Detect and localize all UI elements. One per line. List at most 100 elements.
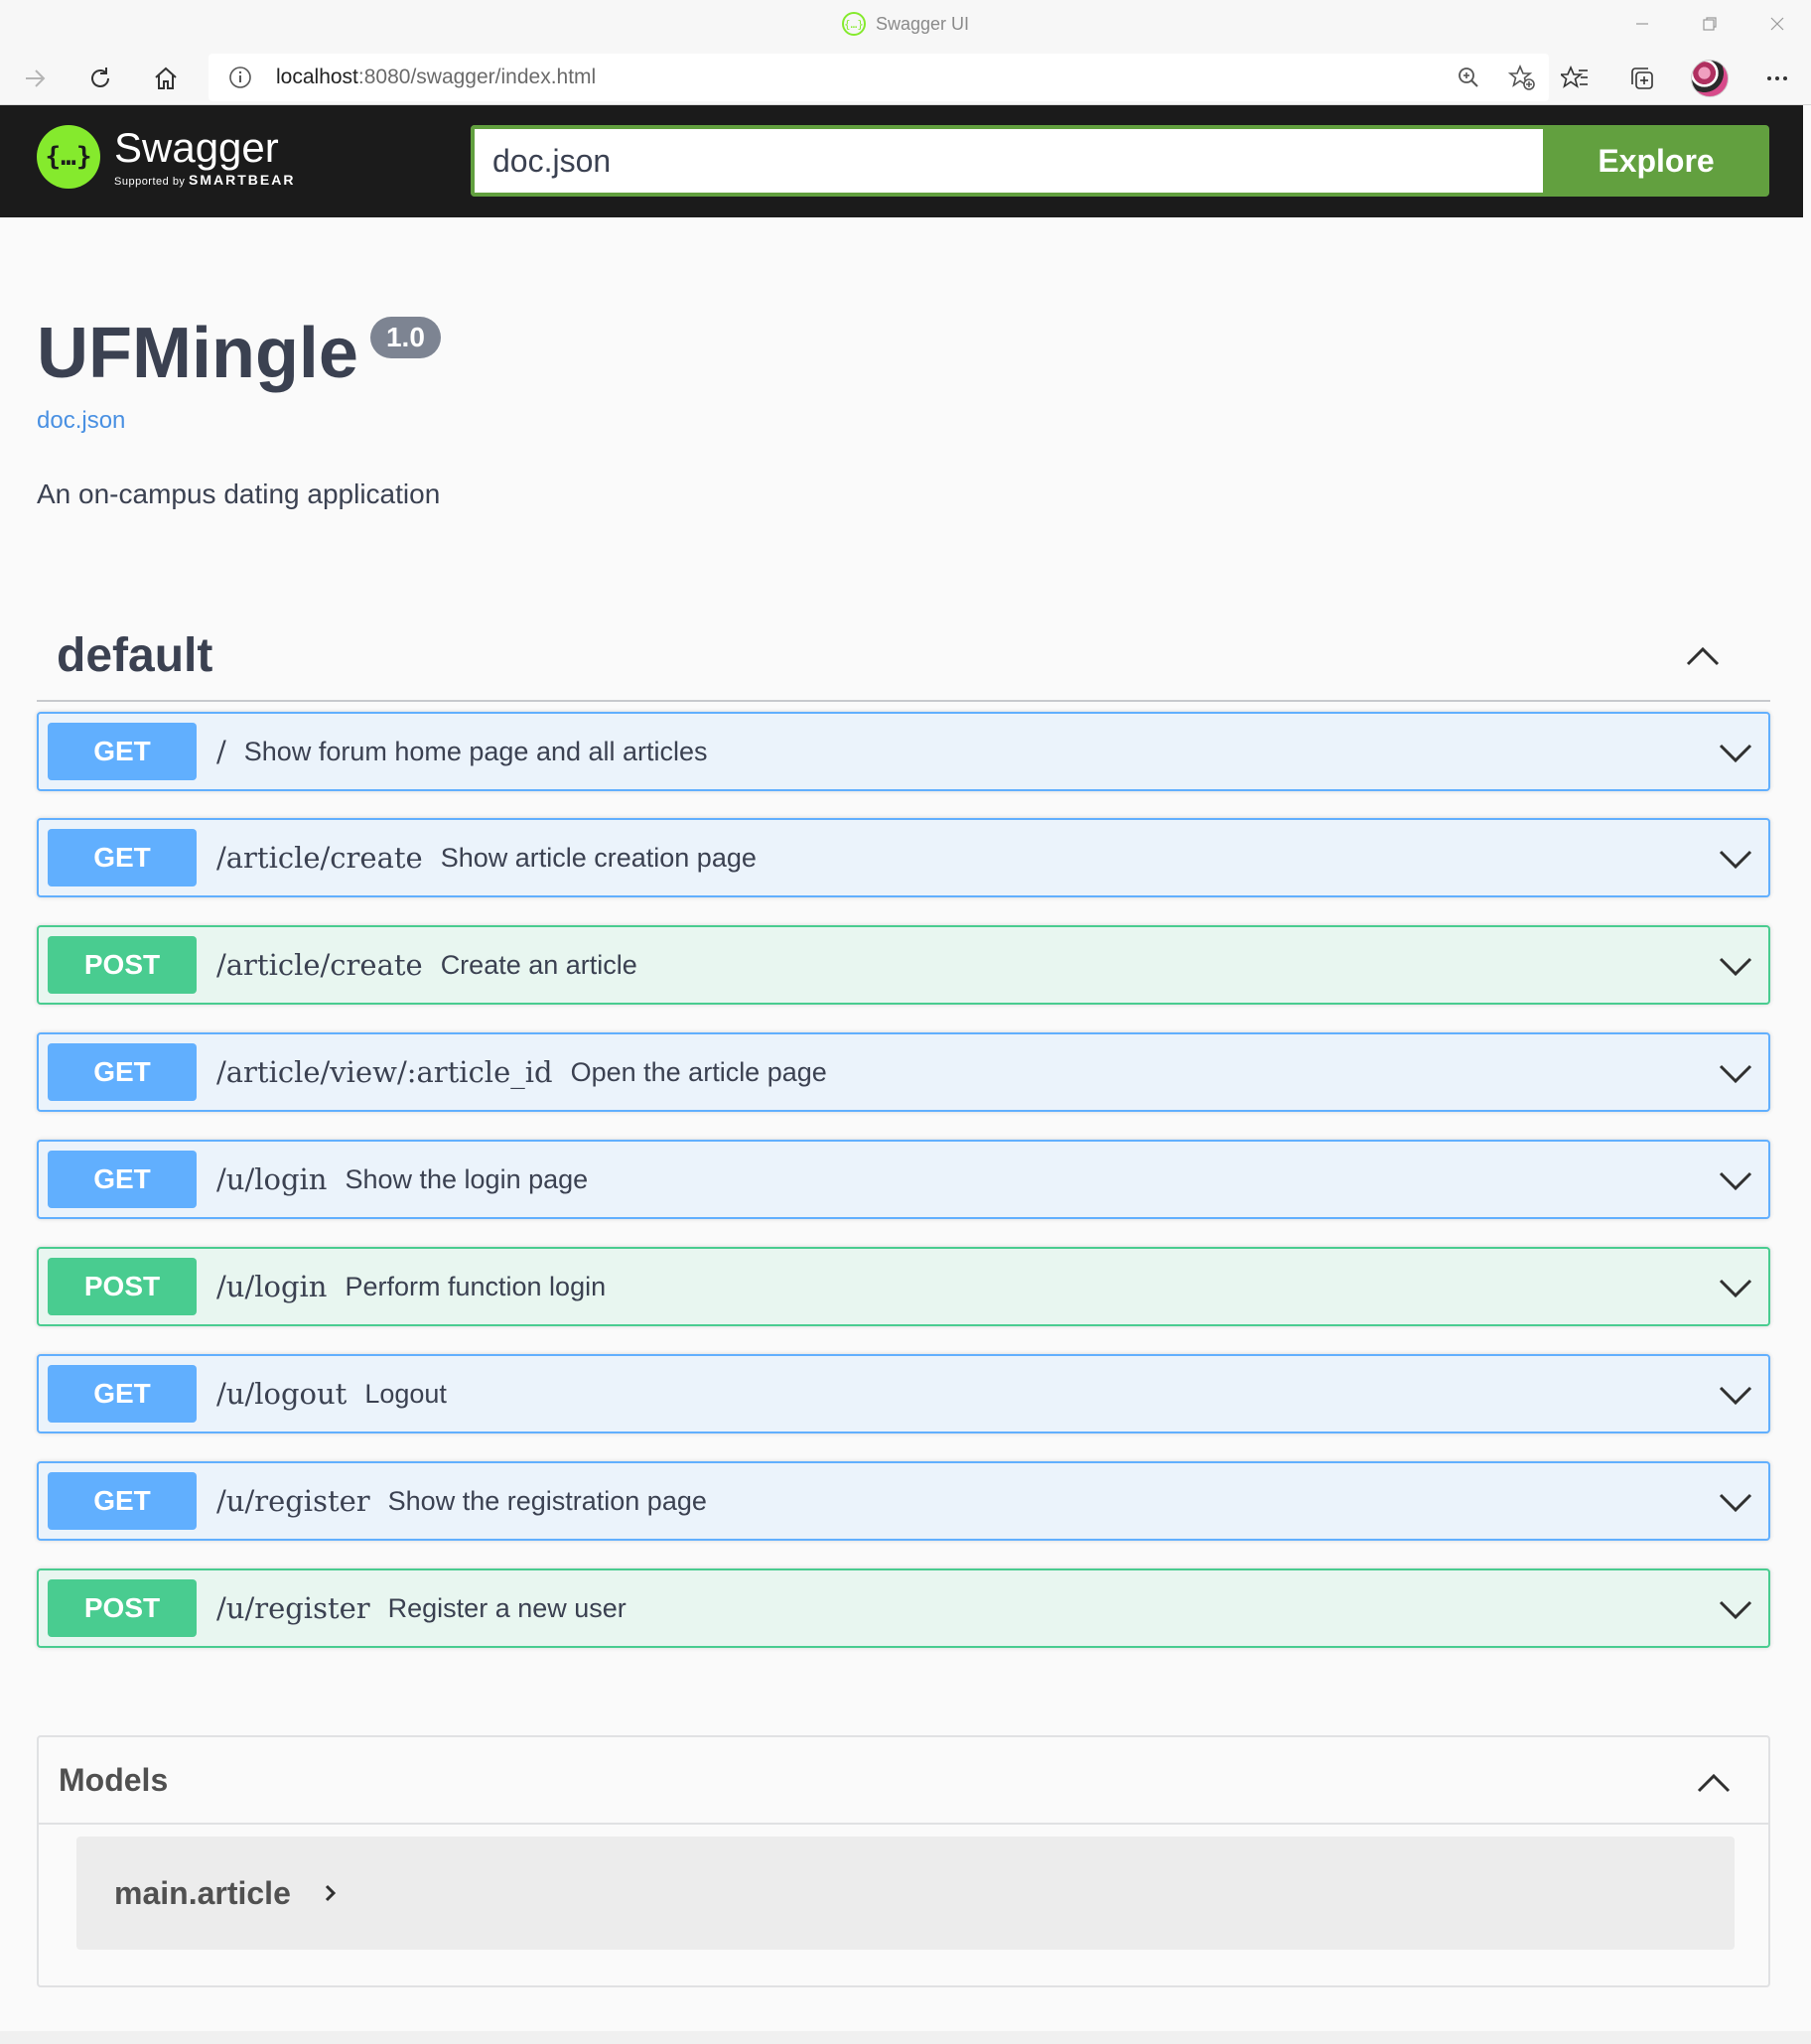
operation-block[interactable]: GET /u/register Show the registration pa… bbox=[37, 1461, 1770, 1541]
model-name: main.article bbox=[114, 1874, 291, 1911]
method-badge: GET bbox=[48, 1151, 197, 1208]
zoom-icon[interactable] bbox=[1442, 54, 1495, 101]
address-bar-actions bbox=[1442, 54, 1549, 101]
operation-summary: Show the registration page bbox=[387, 1485, 707, 1516]
window-controls bbox=[1608, 0, 1811, 48]
chevron-down-icon[interactable] bbox=[1719, 951, 1752, 981]
window-title: {…} Swagger UI bbox=[0, 12, 1811, 36]
tag-header[interactable]: default bbox=[37, 611, 1770, 702]
api-description: An on-campus dating application bbox=[37, 478, 441, 509]
models-header[interactable]: Models bbox=[39, 1737, 1768, 1825]
more-icon[interactable] bbox=[1743, 56, 1811, 101]
operation-summary: Create an article bbox=[440, 949, 637, 980]
chevron-down-icon[interactable] bbox=[1719, 1165, 1752, 1195]
operation-summary: Show article creation page bbox=[440, 842, 757, 873]
minimize-icon bbox=[1636, 23, 1648, 25]
operation-path: / bbox=[216, 735, 226, 768]
operation-path: /article/view/:article_id bbox=[216, 1055, 553, 1089]
url-path: :8080/swagger/index.html bbox=[357, 66, 597, 88]
api-title-text: UFMingle bbox=[37, 314, 358, 393]
address-bar[interactable]: localhost:8080/swagger/index.html bbox=[209, 54, 1549, 101]
operation-summary: Logout bbox=[364, 1378, 447, 1409]
swagger-favicon-icon: {…} bbox=[841, 12, 866, 36]
method-badge: GET bbox=[48, 829, 197, 886]
chevron-up-icon[interactable] bbox=[1697, 1767, 1731, 1797]
spec-url-form: doc.json Explore bbox=[471, 125, 1769, 197]
operation-block[interactable]: GET /article/view/:article_id Open the a… bbox=[37, 1032, 1770, 1112]
restore-button[interactable] bbox=[1676, 0, 1743, 48]
avatar bbox=[1691, 60, 1729, 97]
chevron-down-icon[interactable] bbox=[1719, 1380, 1752, 1410]
operation-path: /u/register bbox=[216, 1484, 370, 1518]
browser-chrome: {…} Swagger UI localhost:8080/swagger/in… bbox=[0, 0, 1811, 105]
operation-path: /u/login bbox=[216, 1162, 328, 1196]
operation-path: /u/login bbox=[216, 1270, 328, 1303]
back-button[interactable] bbox=[12, 56, 58, 101]
version-badge: 1.0 bbox=[369, 317, 441, 358]
back-arrow-icon bbox=[26, 69, 46, 87]
spec-link[interactable]: doc.json bbox=[37, 407, 125, 435]
url-text[interactable]: localhost:8080/swagger/index.html bbox=[276, 66, 596, 89]
operation-block[interactable]: GET /u/logout Logout bbox=[37, 1354, 1770, 1433]
chevron-down-icon[interactable] bbox=[1719, 1594, 1752, 1624]
swagger-topbar: {…} Swagger Supported by SMARTBEAR doc.j… bbox=[0, 105, 1803, 217]
operation-summary: Register a new user bbox=[387, 1592, 627, 1623]
horizontal-scrollbar[interactable] bbox=[0, 2031, 1811, 2044]
operation-summary: Show the login page bbox=[345, 1163, 589, 1194]
close-window-button[interactable] bbox=[1743, 0, 1811, 48]
browser-tool-icons bbox=[1541, 56, 1811, 101]
models-title: Models bbox=[59, 1761, 169, 1798]
operation-block[interactable]: POST /u/register Register a new user bbox=[37, 1568, 1770, 1648]
url-host: localhost bbox=[276, 66, 358, 88]
chevron-down-icon[interactable] bbox=[1719, 844, 1752, 874]
operation-block[interactable]: POST /u/login Perform function login bbox=[37, 1247, 1770, 1326]
swagger-logo-icon: {…} bbox=[37, 125, 100, 189]
model-item[interactable]: main.article bbox=[76, 1837, 1735, 1950]
chevron-right-icon[interactable] bbox=[321, 1881, 341, 1905]
chevron-down-icon[interactable] bbox=[1719, 1273, 1752, 1302]
logo-sub-prefix: Supported by bbox=[114, 176, 186, 188]
method-badge: GET bbox=[48, 1365, 197, 1423]
logo-subtitle: Supported by SMARTBEAR bbox=[114, 172, 295, 188]
chevron-up-icon[interactable] bbox=[1685, 638, 1721, 674]
swagger-logo[interactable]: {…} Swagger Supported by SMARTBEAR bbox=[37, 125, 295, 189]
models-section: Models main.article bbox=[37, 1735, 1770, 1987]
operation-path: /article/create bbox=[216, 841, 423, 875]
collections-icon[interactable] bbox=[1608, 56, 1676, 101]
operation-block[interactable]: GET / Show forum home page and all artic… bbox=[37, 712, 1770, 791]
operation-block[interactable]: GET /article/create Show article creatio… bbox=[37, 818, 1770, 897]
operation-summary: Perform function login bbox=[345, 1271, 607, 1301]
spec-url-input[interactable]: doc.json bbox=[471, 125, 1543, 197]
explore-button[interactable]: Explore bbox=[1543, 125, 1769, 197]
chevron-down-icon[interactable] bbox=[1719, 1487, 1752, 1517]
method-badge: GET bbox=[48, 1472, 197, 1530]
title-bar: {…} Swagger UI bbox=[0, 0, 1811, 50]
operation-path: /u/logout bbox=[216, 1377, 348, 1411]
operation-summary: Open the article page bbox=[570, 1056, 827, 1087]
home-button[interactable] bbox=[143, 56, 189, 101]
logo-word: Swagger bbox=[114, 124, 279, 171]
profile-avatar[interactable] bbox=[1676, 56, 1743, 101]
operation-block[interactable]: GET /u/login Show the login page bbox=[37, 1140, 1770, 1219]
chevron-down-icon[interactable] bbox=[1719, 1058, 1752, 1088]
method-badge: POST bbox=[48, 1258, 197, 1315]
reload-button[interactable] bbox=[77, 56, 123, 101]
method-badge: GET bbox=[48, 1043, 197, 1101]
method-badge: GET bbox=[48, 723, 197, 780]
api-title: UFMingle 1.0 bbox=[37, 311, 441, 396]
logo-sub-brand: SMARTBEAR bbox=[189, 172, 296, 188]
operation-block[interactable]: POST /article/create Create an article bbox=[37, 925, 1770, 1005]
logo-text: Swagger Supported by SMARTBEAR bbox=[114, 124, 295, 189]
operation-path: /u/register bbox=[216, 1591, 370, 1625]
chevron-down-icon[interactable] bbox=[1719, 738, 1752, 767]
browser-toolbar: localhost:8080/swagger/index.html bbox=[0, 52, 1811, 105]
info-icon[interactable] bbox=[226, 64, 254, 91]
home-icon bbox=[155, 67, 177, 89]
favorites-icon[interactable] bbox=[1541, 56, 1608, 101]
operation-path: /article/create bbox=[216, 948, 423, 982]
tab-title: Swagger UI bbox=[875, 13, 970, 34]
restore-icon bbox=[1703, 17, 1717, 31]
minimize-button[interactable] bbox=[1608, 0, 1676, 48]
close-icon bbox=[1770, 17, 1784, 31]
method-badge: POST bbox=[48, 1579, 197, 1637]
